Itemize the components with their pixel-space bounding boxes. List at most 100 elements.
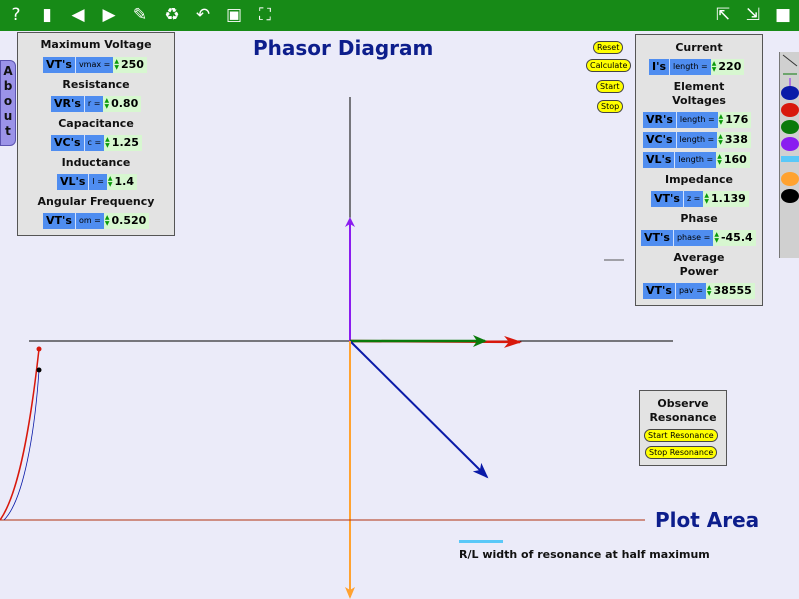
undo-icon[interactable]: ↶ (192, 4, 214, 26)
vl-sub: length = (674, 152, 717, 168)
impedance-value[interactable]: 1.139 (711, 191, 746, 207)
c-sub: c = (83, 135, 105, 151)
spinner-arrows-icon[interactable]: ▲ ▼ (114, 59, 119, 71)
resonance-panel: Observe Resonance Start Resonance Stop R… (639, 390, 727, 466)
impedance-heading: Impedance (665, 173, 733, 186)
spinner-arrows-icon[interactable]: ▲ ▼ (104, 98, 109, 110)
export-icon[interactable]: ⇲ (742, 4, 764, 26)
power-field[interactable]: VT's pav = ▲ ▼ 38555 (643, 283, 755, 299)
new-page-icon[interactable]: ▮ (36, 4, 58, 26)
vc-field[interactable]: VC's length = ▲ ▼ 338 (643, 132, 751, 148)
power-spinner[interactable]: ▲ ▼ 38555 (705, 283, 755, 299)
c-value[interactable]: 1.25 (112, 135, 139, 151)
palette-color-swatch[interactable] (781, 172, 799, 186)
vmax-field[interactable]: VT's vmax = ▲ ▼ 250 (43, 57, 147, 73)
r-value[interactable]: 0.80 (111, 96, 138, 112)
spinner-arrows-icon[interactable]: ▲ ▼ (714, 232, 719, 244)
about-letter: A (3, 64, 13, 78)
palette-color-swatch[interactable] (781, 103, 799, 117)
vr-label: VR's (643, 112, 676, 128)
spinner-arrows-icon[interactable]: ▲ ▼ (108, 176, 113, 188)
next-icon[interactable]: ▶ (98, 4, 120, 26)
current-value[interactable]: 220 (718, 59, 741, 75)
fullscreen-icon[interactable]: ⛶ (254, 4, 276, 26)
start-button[interactable]: Start (596, 80, 624, 93)
stop-icon[interactable]: ■ (772, 4, 794, 26)
palette-color-swatch[interactable] (781, 189, 799, 203)
l-value[interactable]: 1.4 (115, 174, 135, 190)
previous-icon[interactable]: ◀ (67, 4, 89, 26)
current-field[interactable]: I's length = ▲ ▼ 220 (649, 59, 745, 75)
phase-value[interactable]: -45.4 (721, 230, 753, 246)
phase-field[interactable]: VT's phase = ▲ ▼ -45.4 (641, 230, 756, 246)
stop-resonance-button[interactable]: Stop Resonance (645, 446, 718, 459)
vr-field[interactable]: VR's length = ▲ ▼ 176 (643, 112, 752, 128)
l-spinner[interactable]: ▲ ▼ 1.4 (106, 174, 138, 190)
element-voltages-heading-1: Element (673, 80, 725, 93)
vr-sub: length = (675, 112, 718, 128)
half-max-curve (3, 369, 40, 521)
power-label: VT's (643, 283, 675, 299)
spinner-arrows-icon[interactable]: ▲ ▼ (717, 154, 722, 166)
vl-spinner[interactable]: ▲ ▼ 160 (716, 152, 750, 168)
impedance-field[interactable]: VT's z = ▲ ▼ 1.139 (651, 191, 749, 207)
about-tab[interactable]: About (0, 60, 16, 146)
current-spinner[interactable]: ▲ ▼ 220 (710, 59, 745, 75)
palette-color-swatch[interactable] (781, 137, 799, 151)
r-field[interactable]: VR's r = ▲ ▼ 0.80 (51, 96, 142, 112)
power-value[interactable]: 38555 (714, 283, 752, 299)
vl-field[interactable]: VL's length = ▲ ▼ 160 (643, 152, 750, 168)
average-power-heading-2: Power (679, 265, 719, 278)
power-sub: pav = (674, 283, 706, 299)
element-voltages-heading-2: Voltages (672, 94, 726, 107)
vl-value[interactable]: 160 (724, 152, 747, 168)
spinner-arrows-icon[interactable]: ▲ ▼ (704, 193, 709, 205)
stop-button[interactable]: Stop (597, 100, 624, 113)
eraser-icon[interactable]: ✎ (129, 4, 151, 26)
spinner-arrows-icon[interactable]: ▲ ▼ (719, 114, 724, 126)
vmax-value[interactable]: 250 (121, 57, 144, 73)
resonance-heading-2: Resonance (649, 411, 717, 424)
palette-color-swatch[interactable] (781, 156, 799, 162)
spinner-arrows-icon[interactable]: ▲ ▼ (718, 134, 723, 146)
impedance-spinner[interactable]: ▲ ▼ 1.139 (703, 191, 749, 207)
vr-value[interactable]: 176 (725, 112, 748, 128)
vc-value[interactable]: 338 (725, 132, 748, 148)
om-spinner[interactable]: ▲ ▼ 0.520 (103, 213, 150, 229)
start-resonance-button[interactable]: Start Resonance (644, 429, 718, 442)
l-field[interactable]: VL's l = ▲ ▼ 1.4 (57, 174, 138, 190)
c-field[interactable]: VC's c = ▲ ▼ 1.25 (51, 135, 142, 151)
about-letter: o (3, 94, 13, 108)
resonance-curve-point (36, 346, 42, 352)
phase-label: VT's (641, 230, 673, 246)
recycle-icon[interactable]: ♻ (161, 4, 183, 26)
spinner-arrows-icon[interactable]: ▲ ▼ (712, 61, 717, 73)
spinner-arrows-icon[interactable]: ▲ ▼ (105, 137, 110, 149)
help-icon[interactable]: ? (5, 4, 27, 26)
palette-color-swatch[interactable] (781, 86, 799, 100)
c-label: VC's (51, 135, 84, 151)
vt-phasor (349, 340, 489, 479)
resonance-curve (0, 348, 40, 521)
color-palette (779, 52, 799, 258)
om-label: VT's (43, 213, 75, 229)
vr-spinner[interactable]: ▲ ▼ 176 (717, 112, 752, 128)
current-heading: Current (675, 41, 723, 54)
calculate-button[interactable]: Calculate (586, 59, 632, 72)
screenshot-icon[interactable]: ▣ (223, 4, 245, 26)
impedance-sub: z = (682, 191, 704, 207)
c-spinner[interactable]: ▲ ▼ 1.25 (104, 135, 142, 151)
vc-spinner[interactable]: ▲ ▼ 338 (717, 132, 751, 148)
average-power-heading-1: Average (673, 251, 725, 264)
spinner-arrows-icon[interactable]: ▲ ▼ (707, 285, 712, 297)
reset-button[interactable]: Reset (593, 41, 624, 54)
om-field[interactable]: VT's om = ▲ ▼ 0.520 (43, 213, 150, 229)
palette-color-swatch[interactable] (781, 120, 799, 134)
om-value[interactable]: 0.520 (112, 213, 147, 229)
share-icon[interactable]: ⇱ (712, 4, 734, 26)
r-spinner[interactable]: ▲ ▼ 0.80 (103, 96, 142, 112)
phase-spinner[interactable]: ▲ ▼ -45.4 (713, 230, 756, 246)
spinner-arrows-icon[interactable]: ▲ ▼ (105, 215, 110, 227)
phase-heading: Phase (680, 212, 718, 225)
vmax-spinner[interactable]: ▲ ▼ 250 (113, 57, 147, 73)
